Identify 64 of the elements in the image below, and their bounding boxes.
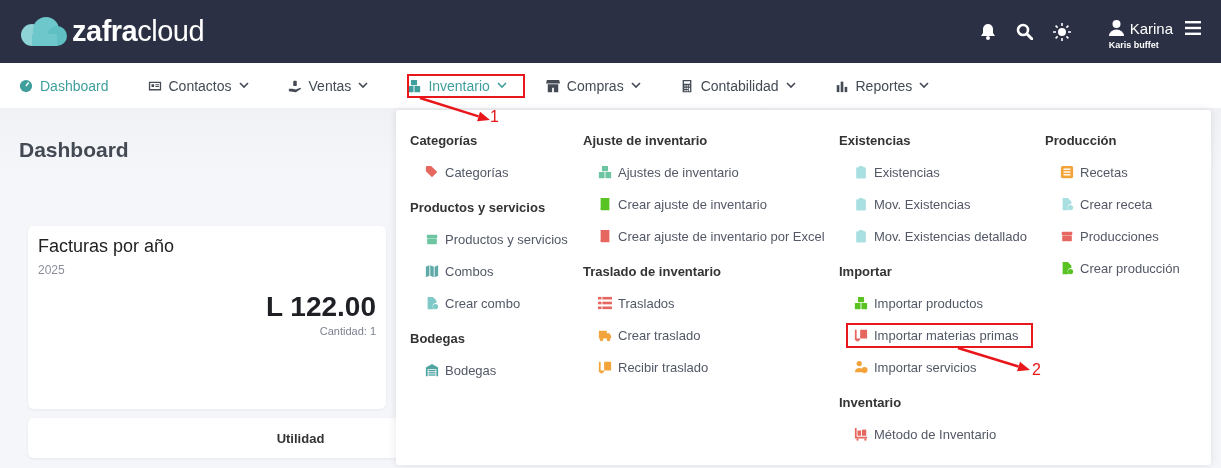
menu-section-heading: Categorías [410,131,479,150]
menu-section-heading: Ajuste de inventario [583,131,709,150]
chevron-down-icon [358,82,369,89]
chevron-down-icon [785,82,796,89]
nav-tab[interactable]: Compras [545,77,641,94]
menu-item[interactable]: Crear ajuste de inventario [583,188,767,220]
menu-section-heading: Bodegas [410,329,466,348]
menu-item[interactable]: Mov. Existencias detallado [839,220,1027,252]
menu-section-heading: Existencias [839,131,912,150]
card-title: Utilidad [276,431,325,448]
menu-item[interactable]: Traslados [583,287,675,319]
brand-name[interactable]: zafracloud [72,15,205,48]
menu-section-heading: Producción [1045,131,1118,150]
nav-tab[interactable]: Contactos [147,77,249,94]
menu-item[interactable]: Crear receta [1045,188,1153,220]
chevron-down-icon [919,82,930,89]
nav-tab[interactable]: Ventas [287,77,369,94]
menu-item[interactable]: Importar materias primas [839,319,1019,351]
menu-item[interactable]: Productos y servicios [410,223,568,255]
boxes-icon [407,78,422,93]
menu-item[interactable]: Recetas [1045,156,1128,188]
store-icon [545,78,560,93]
menu-icon[interactable] [1185,21,1201,35]
menu-item[interactable]: Crear ajuste de inventario por Excel [583,220,825,252]
chevron-down-icon [238,82,249,89]
menu-section-heading: Importar [839,262,893,281]
menu-item[interactable]: Recibir traslado [583,351,709,383]
search-icon[interactable] [1015,23,1033,40]
page-title: Dashboard [19,138,129,163]
step-number: 2 [1032,362,1041,378]
cloud-logo-icon [20,15,68,48]
hand-icon [287,78,302,93]
menu-item[interactable]: Importar productos [839,287,984,319]
sun-icon[interactable] [1052,22,1071,41]
menu-section-heading: Traslado de inventario [583,262,722,281]
user-icon[interactable] [1108,20,1124,36]
card-subtitle: 2025 [38,263,66,277]
menu-item[interactable]: Método de Inventario [839,418,997,450]
menu-section-heading: Productos y servicios [410,198,547,217]
menu-item[interactable]: Ajustes de inventario [583,156,739,188]
menu-item[interactable]: Existencias [839,156,940,188]
chevron-down-icon [630,82,641,89]
card-title: Facturas por año [38,236,176,257]
menu-item[interactable]: Producciones [1045,220,1159,252]
menu-section-heading: Inventario [839,393,903,412]
menu-item[interactable]: Bodegas [410,354,497,386]
step-number: 1 [490,109,499,125]
menu-item[interactable]: Crear producción [1045,252,1180,284]
annotation-arrow [419,96,490,122]
menu-item[interactable]: Importar servicios [839,351,977,383]
quantity-caption: Cantidad: 1 [319,325,376,337]
menu-item[interactable]: Crear combo [410,287,521,319]
menu-item[interactable]: Crear traslado [583,319,701,351]
nav-tab[interactable]: Reportes [834,77,930,94]
company-name: Karis buffet [1108,39,1160,50]
nav-tab[interactable]: Contabilidad [679,77,796,94]
amount-value: L 122.00 [265,291,376,323]
gauge-icon [19,78,33,93]
menu-item[interactable]: Categorías [410,156,509,188]
user-name[interactable]: Karina [1129,19,1173,37]
menu-item[interactable]: Combos [410,255,494,287]
menu-item[interactable]: Mov. Existencias [839,188,971,220]
chevron-down-icon [496,82,507,89]
bell-icon[interactable] [979,23,996,40]
